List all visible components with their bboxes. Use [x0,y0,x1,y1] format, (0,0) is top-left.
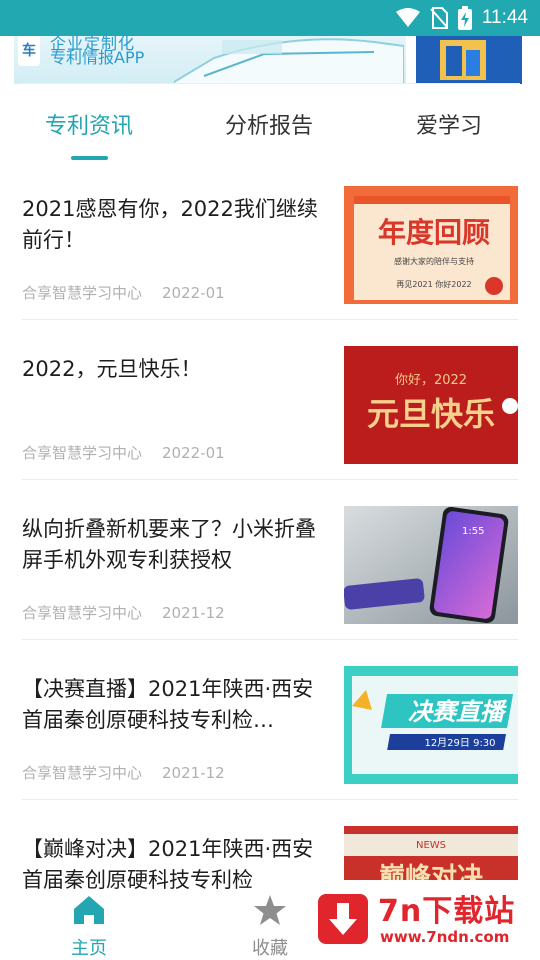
news-meta: 合享智慧学习中心 2021-12 [22,602,225,623]
thumb-tag: NEWS [416,840,446,851]
banner-slide[interactable]: 车 企业定制化 专利情报APP [14,36,406,84]
news-item[interactable]: 2022，元旦快乐！ 合享智慧学习中心 2022-01 你好，2022 元旦快乐 [22,346,518,506]
tab-analysis-report[interactable]: 分析报告 [225,108,313,144]
download-arrow-icon [318,894,368,944]
tab-love-learning[interactable]: 爱学习 [416,108,482,144]
thumb-sub: 12月29日 9:30 [424,737,495,749]
news-thumbnail: 你好，2022 元旦快乐 [344,346,518,464]
news-date: 2022-01 [162,444,225,462]
list-divider [22,479,518,480]
thumb-time: 1:55 [462,526,484,537]
news-thumbnail: 年度回顾 感谢大家的陪伴与支持 再见2021 你好2022 [344,186,518,304]
active-tab-indicator [71,156,108,160]
no-sim-icon [430,7,448,29]
list-divider [22,639,518,640]
news-meta: 合享智慧学习中心 2022-01 [22,282,225,303]
list-divider [22,319,518,320]
news-title: 2022，元旦快乐！ [22,357,202,381]
news-item[interactable]: 2021感恩有你，2022我们继续前行！ 合享智慧学习中心 2022-01 年度回… [22,186,518,346]
home-icon [74,896,104,924]
news-date: 2021-12 [162,604,225,622]
thumb-heading: 年度回顾 [378,216,490,249]
watermark: 7n下载站 www.7ndn.com [310,880,532,956]
status-icons: 11:44 [395,4,528,32]
banner-carousel[interactable]: 车 企业定制化 专利情报APP [0,36,540,86]
banner-side-slide[interactable] [416,36,522,84]
news-thumbnail: 1:55 [344,506,518,624]
thumb-heading: 决赛直播 [408,698,508,726]
news-meta: 合享智慧学习中心 2022-01 [22,442,225,463]
nav-favorites[interactable]: 收藏 [230,894,310,960]
news-source: 合享智慧学习中心 [22,284,143,302]
thumb-sub: 感谢大家的陪伴与支持 [394,256,474,266]
news-thumbnail: 决赛直播 12月29日 9:30 [344,666,518,784]
news-date: 2022-01 [162,284,225,302]
status-time: 11:44 [481,7,528,28]
news-title: 2021感恩有你，2022我们继续前行！ [22,197,318,252]
star-icon [254,895,286,925]
banner-train-illustration [174,38,404,84]
news-item[interactable]: 【决赛直播】2021年陕西·西安首届秦创原硬科技专利检… 合享智慧学习中心 202… [22,666,518,826]
tab-patent-news[interactable]: 专利资讯 [45,108,133,144]
banner-line2: 专利情报APP [50,48,145,67]
news-source: 合享智慧学习中心 [22,444,143,462]
banner-logo: 车 [18,36,40,66]
watermark-title: 7n下载站 [378,894,516,929]
news-title: 【巅峰对决】2021年陕西·西安首届秦创原硬科技专利检 [22,837,314,892]
status-bar: 11:44 [0,0,540,36]
watermark-url: www.7ndn.com [380,928,510,946]
battery-charging-icon [457,6,472,30]
nav-home[interactable]: 主页 [49,894,129,960]
thumb-note: 再见2021 你好2022 [396,279,471,289]
news-item[interactable]: 纵向折叠新机要来了？小米折叠屏手机外观专利获授权 合享智慧学习中心 2021-12 [22,506,518,666]
news-date: 2021-12 [162,764,225,782]
nav-favorites-label: 收藏 [252,938,288,959]
list-divider [22,799,518,800]
category-tabs: 专利资讯 分析报告 爱学习 [0,96,540,160]
news-title: 纵向折叠新机要来了？小米折叠屏手机外观专利获授权 [22,517,316,572]
wifi-icon [395,8,420,27]
news-source: 合享智慧学习中心 [22,764,143,782]
banner-side-graphic [416,36,522,84]
news-meta: 合享智慧学习中心 2021-12 [22,762,225,783]
thumb-heading: 元旦快乐 [367,395,495,433]
thumb-sub: 你好，2022 [395,373,467,388]
nav-home-label: 主页 [71,938,107,959]
banner-divider [20,83,520,84]
news-title: 【决赛直播】2021年陕西·西安首届秦创原硬科技专利检… [22,677,314,732]
news-source: 合享智慧学习中心 [22,604,143,622]
